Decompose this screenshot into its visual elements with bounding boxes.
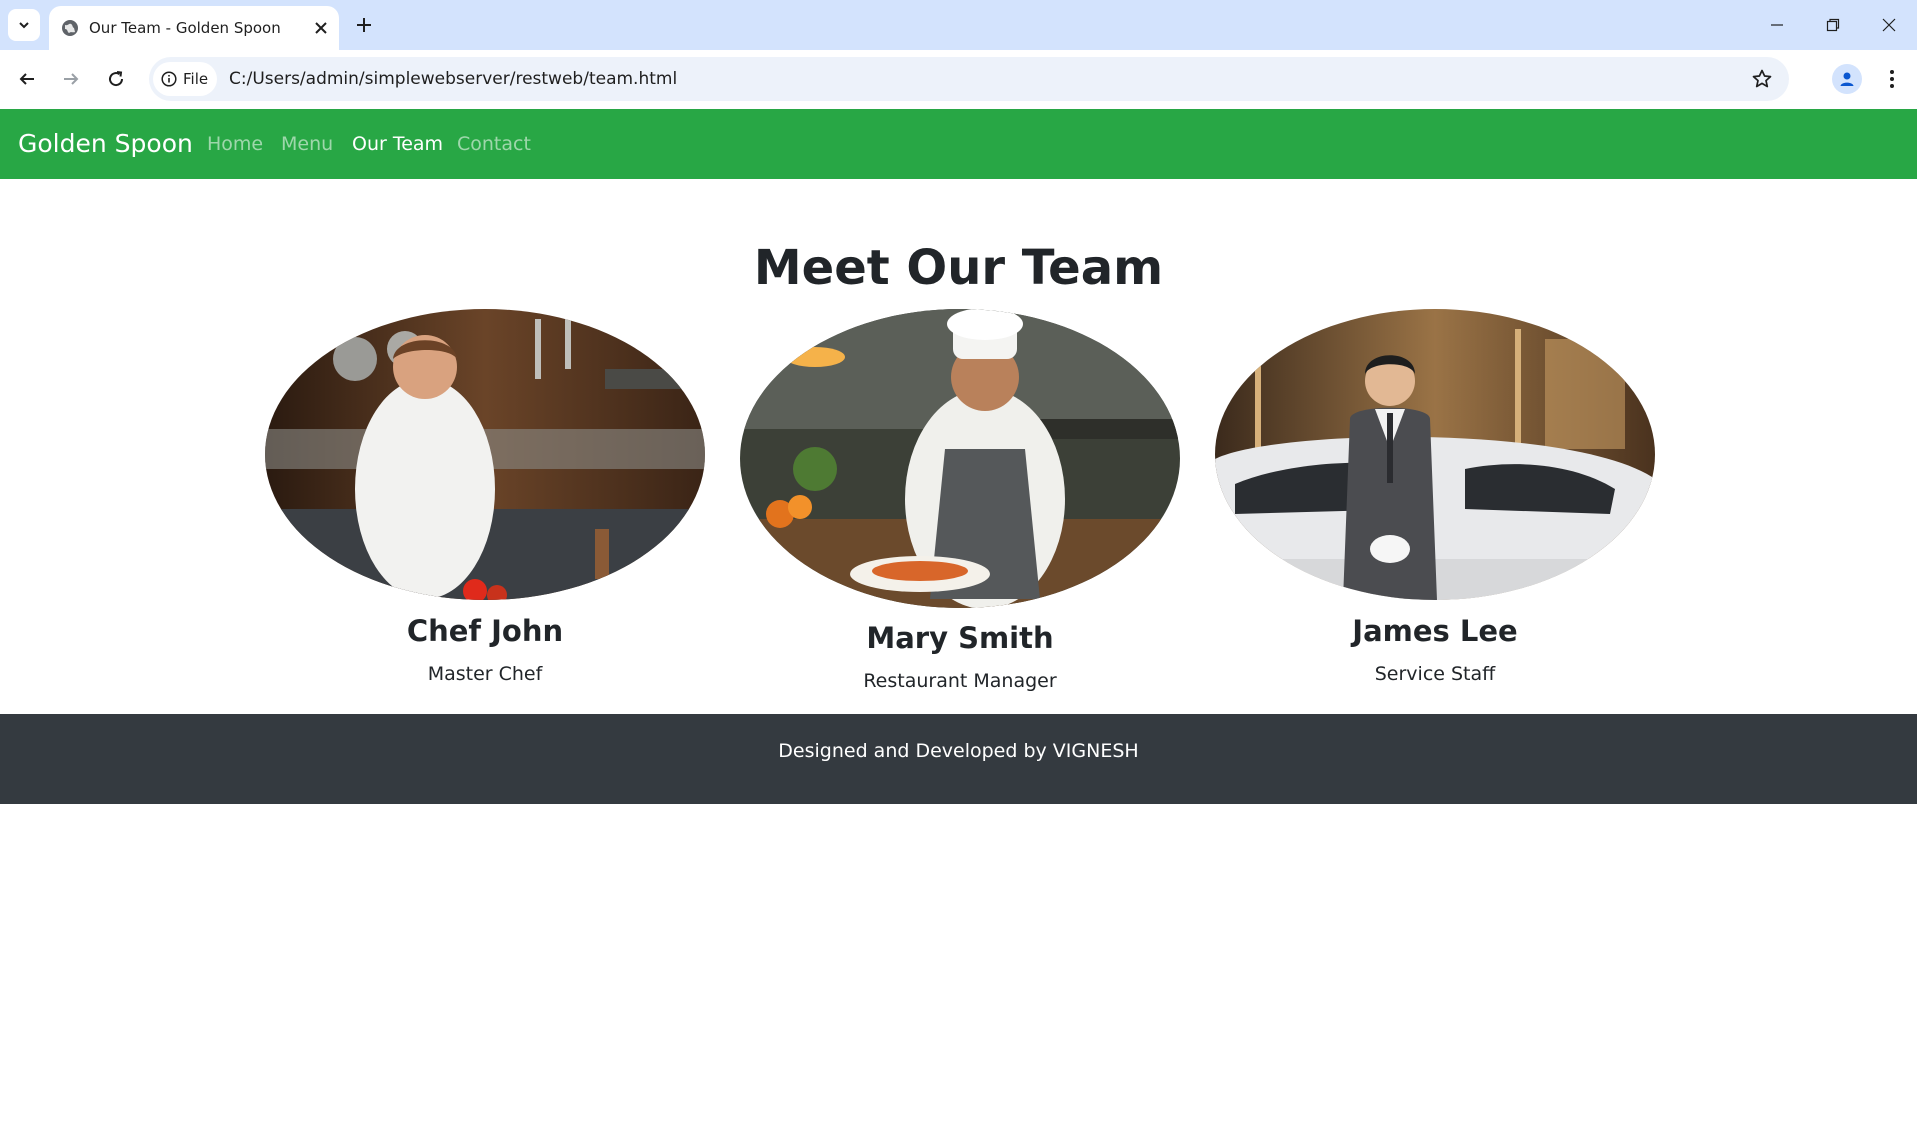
forward-button[interactable] [56,64,86,94]
page-title: Meet Our Team [753,240,1164,296]
reload-icon [109,71,124,87]
tab-title: Our Team - Golden Spoon [89,19,281,37]
reload-button[interactable] [101,64,131,94]
brand-logo[interactable]: Golden Spoon [18,129,193,158]
browser-menu-button[interactable] [1880,64,1904,94]
mary-smith-photo [740,309,1180,608]
browser-toolbar: File C:/Users/admin/simplewebserver/rest… [0,50,1917,110]
browser-tab[interactable]: Our Team - Golden Spoon [49,6,339,50]
member-role: Restaurant Manager [863,670,1057,692]
url-text[interactable]: C:/Users/admin/simplewebserver/restweb/t… [229,69,677,89]
site-info-chip[interactable]: File [153,62,217,96]
arrow-left-icon [19,73,34,85]
site-footer: Designed and Developed by VIGNESH [0,714,1917,804]
nav-link-our-team[interactable]: Our Team [352,133,443,155]
info-icon [161,71,177,87]
person-icon [1840,72,1854,86]
restore-icon [1826,18,1840,32]
member-name: Mary Smith [866,621,1054,655]
restore-button[interactable] [1805,0,1861,50]
browser-tab-strip: Our Team - Golden Spoon [0,0,1917,50]
member-name: Chef John [406,614,564,648]
member-role: Master Chef [427,663,543,685]
tab-search-button[interactable] [8,9,40,41]
chevron-down-icon [19,22,29,29]
james-lee-photo [1215,309,1655,600]
more-vertical-icon [1890,70,1894,88]
file-chip-label: File [183,70,209,88]
address-bar[interactable]: File C:/Users/admin/simplewebserver/rest… [149,57,1789,101]
back-button[interactable] [12,64,42,94]
close-icon[interactable] [313,20,329,36]
chef-john-photo [265,309,705,600]
nav-link-menu[interactable]: Menu [281,133,333,155]
minimize-icon [1771,24,1783,26]
minimize-button[interactable] [1749,0,1805,50]
close-window-button[interactable] [1861,0,1917,50]
profile-avatar[interactable] [1832,64,1862,94]
member-name: James Lee [1352,614,1518,648]
new-tab-icon[interactable] [353,14,375,36]
member-role: Service Staff [1374,663,1496,685]
bookmark-star-icon[interactable] [1751,68,1773,90]
nav-link-contact[interactable]: Contact [457,133,531,155]
arrow-right-icon [64,73,79,85]
footer-credit: Designed and Developed by VIGNESH [778,740,1139,762]
globe-icon [62,20,78,36]
close-window-icon [1882,18,1896,32]
site-navbar: Golden Spoon Home Menu Our Team Contact [0,109,1917,179]
nav-link-home[interactable]: Home [207,133,263,155]
